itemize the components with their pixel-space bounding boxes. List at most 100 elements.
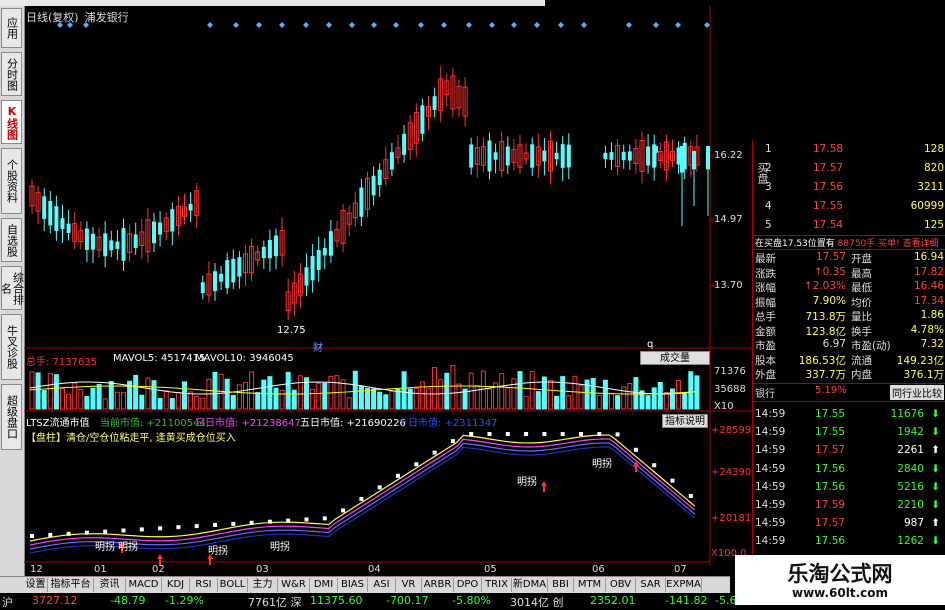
indicator-tab-8[interactable]: W&R (278, 578, 310, 592)
indicator-tab-6[interactable]: BOLL (218, 578, 248, 592)
indicator-tab-15[interactable]: TRIX (482, 578, 512, 592)
event-diamond-icon (67, 22, 73, 28)
ltsz-signal-square (396, 473, 400, 478)
quote-row: 总手 713.8万 量比 1.86 (753, 308, 945, 323)
indicator-tab-5[interactable]: RSI (190, 578, 218, 592)
volume-bar (121, 391, 126, 410)
orderbook-row[interactable]: 4 17.55 60999 (753, 198, 945, 215)
indicator-tab-10[interactable]: BIAS (338, 578, 368, 592)
indicator-help-button[interactable]: 指标说明 (662, 414, 708, 428)
indicator-tab-bar: 设置 指标平台 资讯 MACD KDJ RSI BOLL 主力 W&R DMI BIAS ASI VR A… (0, 576, 730, 593)
orderbook-row[interactable]: 5 17.54 125 (753, 217, 945, 234)
event-diamond-icon (418, 22, 424, 28)
mavol5-label: MAVOL5: 4517415 (113, 353, 206, 364)
orderbook-row[interactable]: 3 17.56 3211 (753, 179, 945, 196)
ltsz-3day: 三日市值: +21238647 (195, 418, 301, 429)
indicator-tab-12[interactable]: VR (396, 578, 422, 592)
volume-bar (224, 378, 230, 410)
quote-value: ↑0.35 (813, 265, 846, 278)
arrow-down-icon: ⬇ (931, 408, 940, 420)
candle-body (84, 228, 89, 250)
indicator-tab-7[interactable]: 主力 (248, 578, 278, 592)
indicator-tab-14[interactable]: DPO (454, 578, 482, 592)
volume-bar (535, 391, 541, 410)
ltsz-signal-label: 明拐 (118, 542, 138, 553)
indicator-tab-20[interactable]: SAR (636, 578, 666, 592)
candle-body (621, 151, 626, 161)
finance-marker[interactable]: 财 (313, 339, 323, 354)
indicator-tab-9[interactable]: DMI (310, 578, 338, 592)
candle-body (328, 231, 333, 256)
volume-bar (474, 385, 480, 410)
left-tab-3[interactable]: 个股资料 (1, 148, 22, 214)
alert-text: 在买盘17.53位置有 (755, 239, 835, 248)
volume-bar (554, 395, 560, 410)
indicator-tab-4[interactable]: KDJ (162, 578, 190, 592)
industry-compare-button[interactable]: 同行业比较 (890, 385, 944, 400)
volume-bar (169, 398, 175, 410)
indicator-tab-11[interactable]: ASI (368, 578, 396, 592)
indicator-tab-16[interactable]: 新DMA (512, 578, 548, 592)
quote-value: 7.90% (812, 294, 846, 307)
candle-body (170, 209, 175, 232)
volume-bar (694, 375, 700, 410)
orderbook-row[interactable]: 2 17.57 820 (753, 160, 945, 177)
volume-bar (401, 371, 407, 410)
indicator-tab-2[interactable]: 资讯 (94, 578, 126, 592)
left-tab-6[interactable]: 牛叉诊股 (1, 314, 22, 380)
quote-value: 17.82 (913, 265, 944, 278)
left-tab-4[interactable]: 自选股 (1, 218, 22, 262)
orderbook-alert[interactable]: 在买盘17.53位置有 88750手 买单! 查看详细 (755, 236, 945, 248)
left-tab-1[interactable]: 分时图 (1, 52, 22, 96)
volume-bar (505, 387, 511, 410)
kline-chart[interactable] (24, 6, 752, 576)
candle-body (60, 218, 65, 230)
left-tab-7[interactable]: 超级盘口 (1, 384, 22, 450)
ob-volume: 60999 (910, 200, 944, 212)
candle-body (469, 144, 474, 168)
indicator-tab-3[interactable]: MACD (126, 578, 162, 592)
volume-bar (487, 388, 492, 410)
candle-body (158, 222, 163, 235)
candle-body (91, 233, 95, 250)
ltsz-signal-square (688, 494, 693, 499)
volume-bar (590, 377, 596, 410)
candle-body (237, 257, 242, 277)
event-diamond-icon (581, 22, 587, 28)
tick-price: 17.57 (815, 444, 846, 457)
quote-value: 1.86 (920, 309, 944, 321)
indicator-tab-17[interactable]: BBI (548, 578, 574, 592)
ob-volume: 3211 (917, 181, 944, 193)
indicator-tab-19[interactable]: OBV (606, 578, 636, 592)
watermark-url: www.60lt.com (791, 586, 889, 600)
indicator-tab-13[interactable]: ARBR (422, 578, 454, 592)
candle-body (530, 144, 535, 168)
indicator-tab-21[interactable]: EXPMA (666, 578, 702, 592)
volume-bar (499, 373, 505, 410)
ltsz-signal-square (267, 519, 272, 524)
volume-bar (688, 371, 694, 410)
left-tab-5[interactable]: 综合排名 (0, 266, 25, 310)
ltsz-signal-square (487, 432, 492, 436)
volume-total-label: 总手: 7137635 (26, 357, 98, 368)
tick-volume: 1942 (897, 426, 924, 439)
volume-bar (511, 378, 517, 410)
volume-bar (371, 388, 377, 410)
indicator-tab-0[interactable]: 设置 (24, 578, 48, 592)
status-item: 2352.01 (590, 594, 636, 607)
ltsz-signal-square (414, 462, 419, 467)
orderbook-row[interactable]: 1 17.58 128 (753, 141, 945, 158)
tick-time: 14:59 (755, 462, 786, 475)
candle-body (627, 151, 632, 161)
indicator-tab-1[interactable]: 指标平台 (48, 578, 94, 592)
volume-bar (157, 397, 163, 410)
industry-row: 银行 5.19% 同行业比较 (753, 385, 945, 400)
volume-axis-2: 35688 (714, 384, 746, 395)
left-tab-0[interactable]: 应用 (1, 8, 22, 48)
indicator-tab-18[interactable]: MTM (574, 578, 606, 592)
tick-time: 14:59 (755, 426, 786, 439)
volume-indicator-button[interactable]: 成交量 (640, 351, 710, 365)
volume-bar (651, 387, 657, 410)
quote-panel: 买盘 1 17.58 128 2 17.57 820 3 17.56 3211 4 17.55 6099… (752, 140, 945, 576)
left-tab-2[interactable]: K线图 (1, 100, 22, 144)
